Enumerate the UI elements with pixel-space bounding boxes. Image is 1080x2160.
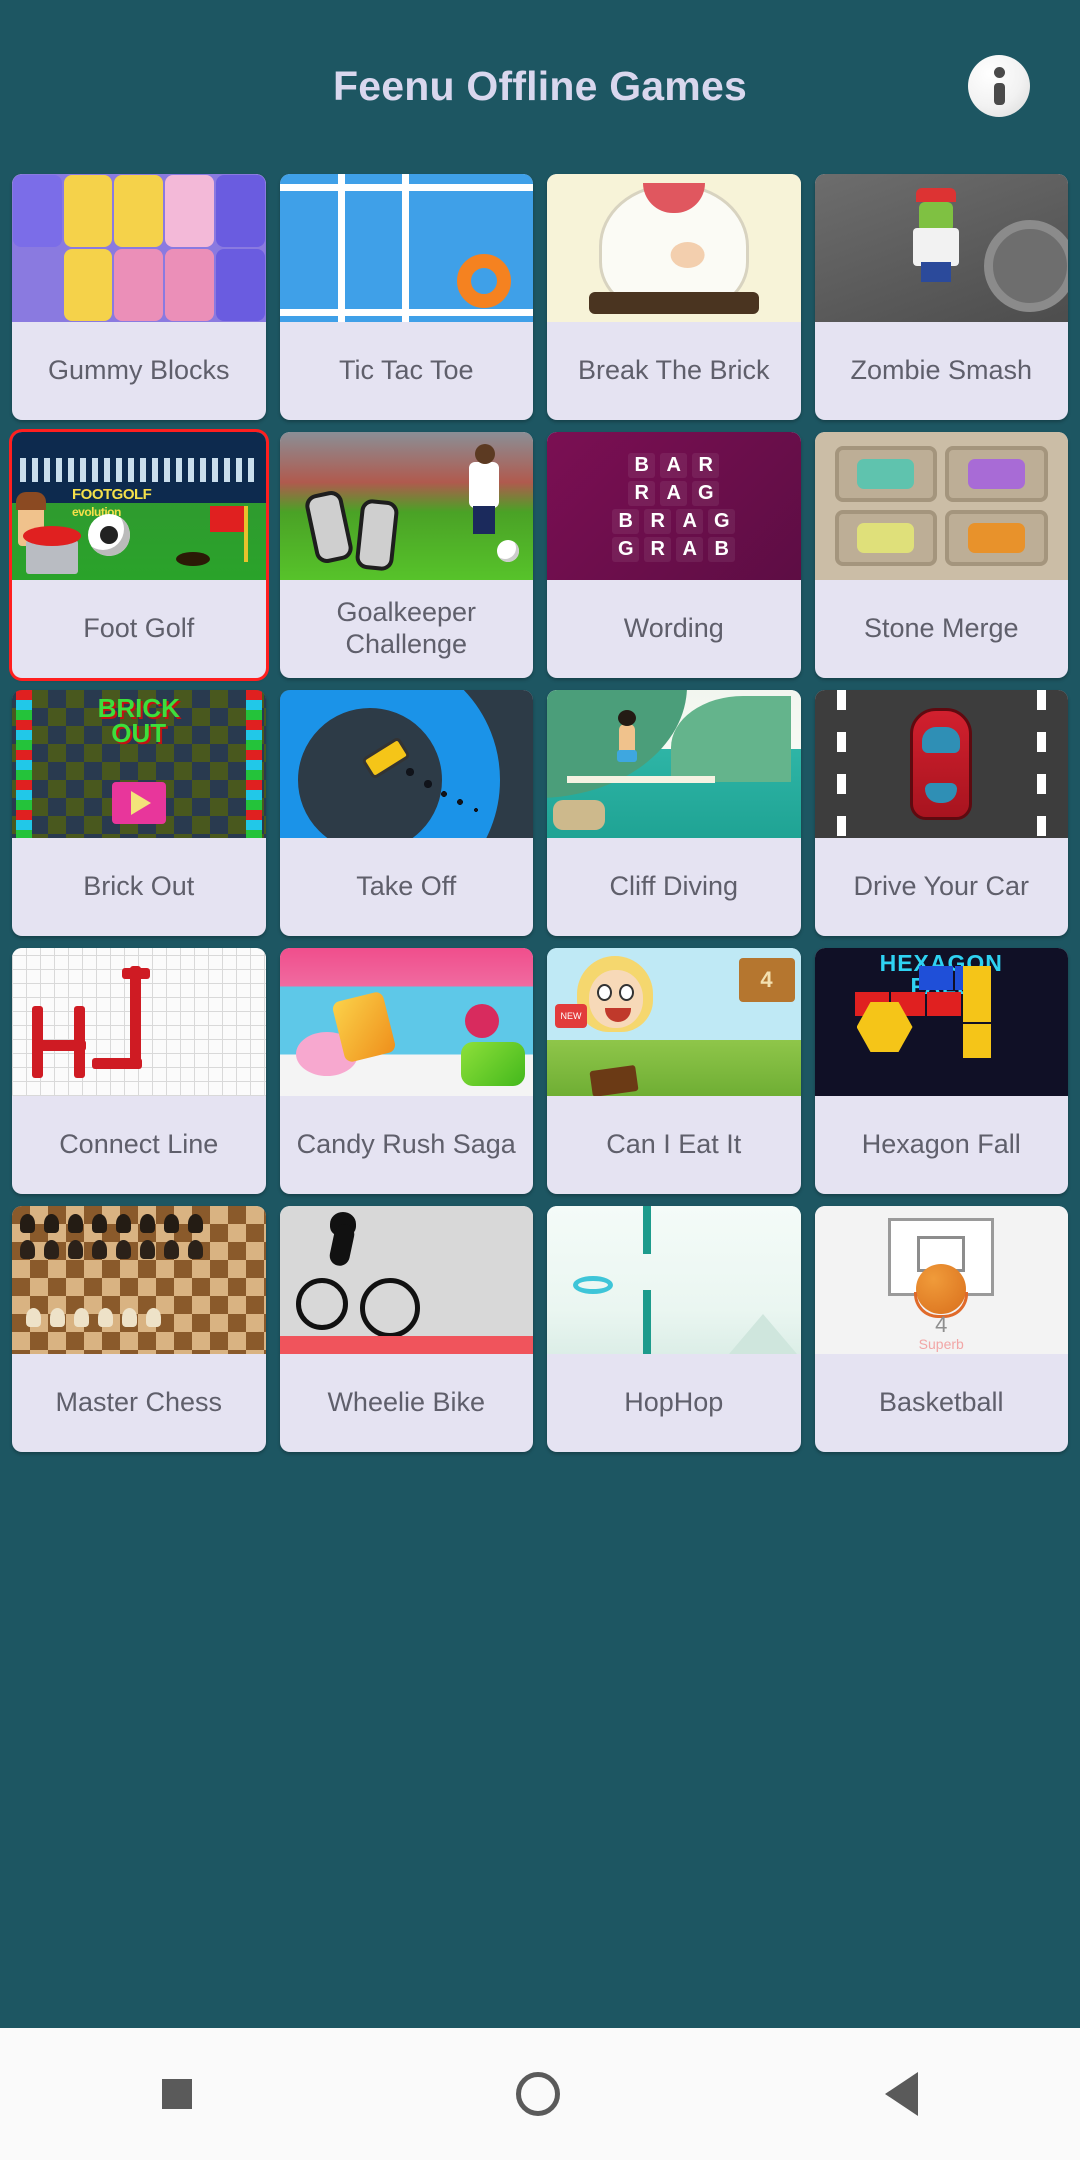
- game-card[interactable]: Gummy Blocks: [12, 174, 266, 420]
- game-title-label: Break The Brick: [577, 355, 770, 386]
- game-thumbnail: [12, 1206, 266, 1354]
- game-thumbnail: FOOTGOLF evolution: [12, 432, 266, 580]
- game-thumbnail: [12, 174, 266, 322]
- recents-button-icon[interactable]: [162, 2079, 193, 2109]
- app-screen: Feenu Offline Games Gummy Blocks Tic Tac …: [0, 0, 1080, 2160]
- grid-cell: Master Chess: [8, 1204, 270, 1462]
- game-title-label: Candy Rush Saga: [296, 1129, 516, 1160]
- grid-cell: Zombie Smash: [811, 172, 1073, 430]
- game-title-label: Connect Line: [59, 1129, 219, 1160]
- android-nav-bar: [0, 2028, 1080, 2160]
- grid-cell: FOOTGOLF evolution Foot Golf: [8, 430, 270, 688]
- game-card[interactable]: Take Off: [279, 690, 533, 936]
- game-card[interactable]: Zombie Smash: [814, 174, 1068, 420]
- grid-cell: Candy Rush Saga: [276, 946, 538, 1204]
- game-card[interactable]: Master Chess: [12, 1206, 266, 1452]
- page-title: Feenu Offline Games: [333, 62, 747, 109]
- game-card[interactable]: 4 Superb Basketball: [814, 1206, 1068, 1452]
- games-grid: Gummy Blocks Tic Tac Toe Break The Brick Zo…: [0, 172, 1080, 2028]
- game-card[interactable]: Connect Line: [12, 948, 266, 1194]
- game-title-label: Hexagon Fall: [861, 1129, 1021, 1160]
- game-card[interactable]: BRICK OUT Brick Out: [12, 690, 266, 936]
- grid-cell: 4 Superb Basketball: [811, 1204, 1073, 1462]
- grid-cell: HEXAGONFALL Hexagon Fall: [811, 946, 1073, 1204]
- game-thumbnail: [547, 174, 801, 322]
- grid-cell: Cliff Diving: [543, 688, 805, 946]
- game-title-label: Can I Eat It: [606, 1129, 742, 1160]
- game-card[interactable]: Break The Brick: [547, 174, 801, 420]
- game-thumbnail: BARRAGBRAGGRAB: [547, 432, 801, 580]
- game-title-label: Wheelie Bike: [327, 1387, 486, 1418]
- game-card[interactable]: B A R R A G B R A G G R A B Wording: [547, 432, 801, 678]
- game-thumbnail: HEXAGONFALL: [814, 948, 1068, 1096]
- game-card[interactable]: Drive Your Car: [814, 690, 1068, 936]
- grid-cell: Take Off: [276, 688, 538, 946]
- game-thumbnail: [547, 1206, 801, 1354]
- game-thumbnail: [814, 174, 1068, 322]
- info-bar: [993, 83, 1005, 105]
- game-card[interactable]: 4 NEW Can I Eat It: [547, 948, 801, 1194]
- game-title-label: Zombie Smash: [850, 355, 1033, 386]
- home-button-icon[interactable]: [516, 2072, 561, 2116]
- game-thumbnail: 4 Superb: [814, 1206, 1068, 1354]
- grid-cell: Wheelie Bike: [276, 1204, 538, 1462]
- game-title-label: Foot Golf: [83, 613, 195, 644]
- game-card[interactable]: Cliff Diving: [547, 690, 801, 936]
- game-card[interactable]: Stone Merge: [814, 432, 1068, 678]
- grid-cell: Goalkeeper Challenge: [276, 430, 538, 688]
- game-title-label: Basketball: [878, 1387, 1004, 1418]
- game-title-label: Wording: [623, 613, 724, 644]
- game-card[interactable]: Candy Rush Saga: [279, 948, 533, 1194]
- game-title-label: Gummy Blocks: [47, 355, 230, 386]
- game-title-label: Brick Out: [83, 871, 195, 902]
- game-thumbnail: BRICK OUT: [12, 690, 266, 838]
- info-dot: [993, 67, 1005, 78]
- back-button-icon[interactable]: [884, 2072, 918, 2116]
- game-title-label: Stone Merge: [863, 613, 1019, 644]
- grid-cell: Stone Merge: [811, 430, 1073, 688]
- game-card[interactable]: HopHop: [547, 1206, 801, 1452]
- game-thumbnail: [12, 948, 266, 1096]
- game-title-label: Take Off: [356, 871, 457, 902]
- game-title-label: Master Chess: [55, 1387, 223, 1418]
- game-thumbnail: [279, 948, 533, 1096]
- grid-cell: Drive Your Car: [811, 688, 1073, 946]
- grid-cell: Gummy Blocks: [8, 172, 270, 430]
- game-thumbnail: 4 NEW: [547, 948, 801, 1096]
- game-title-label: HopHop: [624, 1387, 724, 1418]
- game-title-label: Goalkeeper Challenge: [336, 597, 477, 659]
- game-title-label: Drive Your Car: [853, 871, 1030, 902]
- grid-cell: Connect Line: [8, 946, 270, 1204]
- game-thumbnail: [279, 432, 533, 580]
- grid-cell: B A R R A G B R A G G R A B Wording: [543, 430, 805, 688]
- game-card[interactable]: HEXAGONFALL Hexagon Fall: [814, 948, 1068, 1194]
- game-thumbnail: [814, 432, 1068, 580]
- grid-cell: Tic Tac Toe: [276, 172, 538, 430]
- game-card[interactable]: Goalkeeper Challenge: [279, 432, 533, 678]
- info-icon[interactable]: [968, 55, 1030, 117]
- grid-cell: 4 NEW Can I Eat It: [543, 946, 805, 1204]
- app-header: Feenu Offline Games: [0, 0, 1080, 172]
- game-card[interactable]: Wheelie Bike: [279, 1206, 533, 1452]
- game-card[interactable]: FOOTGOLF evolution Foot Golf: [12, 432, 266, 678]
- info-glyph: [993, 67, 1005, 105]
- game-thumbnail: [279, 690, 533, 838]
- grid-cell: HopHop: [543, 1204, 805, 1462]
- grid-cell: Break The Brick: [543, 172, 805, 430]
- game-title-label: Tic Tac Toe: [338, 355, 474, 386]
- game-thumbnail: [814, 690, 1068, 838]
- game-thumbnail: [547, 690, 801, 838]
- game-thumbnail: [279, 174, 533, 322]
- game-card[interactable]: Tic Tac Toe: [279, 174, 533, 420]
- game-title-label: Cliff Diving: [609, 871, 739, 902]
- grid-cell: BRICK OUT Brick Out: [8, 688, 270, 946]
- game-thumbnail: [279, 1206, 533, 1354]
